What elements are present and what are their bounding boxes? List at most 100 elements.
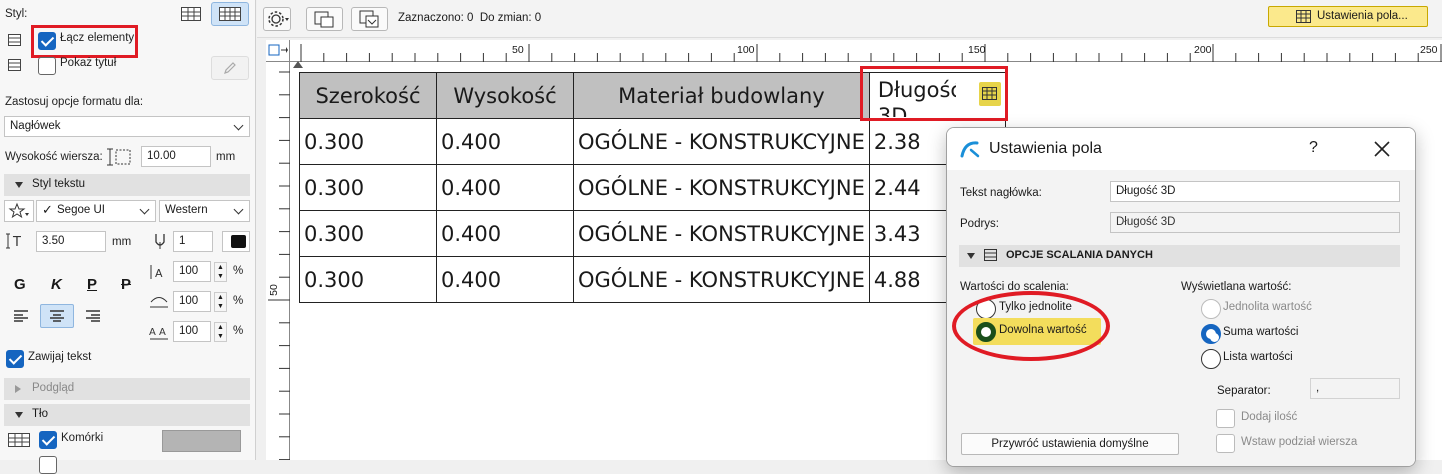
ruler-corner-icon[interactable] bbox=[266, 40, 290, 62]
cell-material[interactable]: OGÓLNE - KONSTRUKCYJNE bbox=[573, 210, 870, 257]
cell-width[interactable]: 0.300 bbox=[299, 256, 437, 303]
subheader-input[interactable]: Długość 3D bbox=[1110, 212, 1400, 233]
apply-format-select[interactable]: Nagłówek bbox=[4, 116, 250, 137]
show-title-checkbox[interactable] bbox=[38, 57, 56, 75]
underline-button[interactable]: P bbox=[87, 276, 97, 293]
merge-elements-checkbox[interactable] bbox=[38, 32, 56, 50]
separator-input[interactable]: , bbox=[1310, 378, 1400, 399]
origin-marker bbox=[293, 61, 303, 68]
field-settings-dialog: Ustawienia pola ? Tekst nagłówka: Długoś… bbox=[946, 127, 1416, 467]
list-values-label: Lista wartości bbox=[1223, 351, 1293, 363]
annotation-highlight-header bbox=[860, 66, 1008, 121]
preview-section[interactable]: Podgląd bbox=[4, 378, 250, 400]
align-left-icon[interactable] bbox=[8, 306, 34, 326]
char-width-input[interactable]: 100 bbox=[173, 291, 211, 312]
font-select[interactable]: ✓ Segoe UI bbox=[36, 200, 156, 222]
char-spacing-stepper[interactable]: ▲ ▼ bbox=[214, 322, 227, 342]
header-text-input[interactable]: Długość 3D bbox=[1110, 181, 1400, 202]
table-row[interactable]: 0.300 0.400 OGÓLNE - KONSTRUKCYJNE 4.88 bbox=[299, 256, 1006, 303]
strikethrough-button[interactable]: P bbox=[121, 276, 131, 293]
char-spacing-input[interactable]: 100 bbox=[173, 321, 211, 342]
close-icon[interactable] bbox=[1373, 140, 1391, 158]
row-height-input[interactable]: 10.00 bbox=[141, 146, 211, 167]
cells-icon bbox=[6, 431, 32, 449]
cell-width[interactable]: 0.300 bbox=[299, 118, 437, 165]
next-row-checkbox[interactable] bbox=[39, 456, 57, 474]
horizontal-ruler: 50 100 150 200 250 bbox=[290, 40, 1442, 62]
merge-elements-icon bbox=[6, 32, 22, 48]
table-row[interactable]: 0.300 0.400 OGÓLNE - KONSTRUKCYJNE 2.38 bbox=[299, 118, 1006, 165]
merge-options-section[interactable]: OPCJE SCALANIA DANYCH bbox=[959, 245, 1400, 267]
preview-section-label: Podgląd bbox=[32, 382, 75, 394]
row-height-icon bbox=[104, 147, 134, 167]
cell-material[interactable]: OGÓLNE - KONSTRUKCYJNE bbox=[573, 164, 870, 211]
merge-options-title: OPCJE SCALANIA DANYCH bbox=[1006, 249, 1153, 261]
table-style-1-icon[interactable] bbox=[176, 4, 206, 24]
rebuild-icon[interactable] bbox=[306, 7, 343, 31]
show-title-label: Pokaż tytuł bbox=[60, 57, 117, 69]
cells-checkbox[interactable] bbox=[39, 431, 57, 449]
align-center-icon[interactable] bbox=[40, 304, 74, 328]
restore-defaults-button[interactable]: Przywróć ustawienia domyślne bbox=[961, 433, 1179, 455]
line-spacing-input[interactable]: 100 bbox=[173, 261, 211, 282]
settings-gear-icon[interactable] bbox=[263, 7, 291, 31]
field-settings-icon bbox=[1296, 10, 1311, 23]
cells-color-swatch[interactable] bbox=[162, 430, 241, 452]
pen-icon bbox=[150, 231, 170, 251]
wrap-text-checkbox[interactable] bbox=[6, 350, 24, 368]
cell-height[interactable]: 0.400 bbox=[436, 118, 574, 165]
header-material[interactable]: Materiał budowlany bbox=[573, 72, 870, 119]
ruler-v-label-50: 50 bbox=[267, 284, 280, 296]
update-icon[interactable] bbox=[351, 7, 388, 31]
pen-input[interactable]: 1 bbox=[173, 231, 213, 252]
cell-height[interactable]: 0.400 bbox=[436, 256, 574, 303]
insert-row-break-label: Wstaw podział wiersza bbox=[1241, 436, 1358, 448]
row-height-unit: mm bbox=[216, 151, 236, 163]
cell-material[interactable]: OGÓLNE - KONSTRUKCYJNE bbox=[573, 118, 870, 165]
bold-button[interactable]: G bbox=[14, 276, 26, 293]
sum-values-label: Suma wartości bbox=[1223, 326, 1299, 338]
field-settings-button[interactable]: Ustawienia pola... bbox=[1268, 6, 1428, 27]
apply-format-label: Zastosuj opcje formatu dla: bbox=[5, 96, 144, 108]
cell-material[interactable]: OGÓLNE - KONSTRUKCYJNE bbox=[573, 256, 870, 303]
text-style-section[interactable]: Styl tekstu bbox=[4, 174, 250, 196]
uniform-value-radio[interactable] bbox=[1201, 299, 1221, 319]
italic-button[interactable]: K bbox=[51, 276, 62, 293]
line-spacing-icon: A bbox=[147, 262, 171, 282]
cell-height[interactable]: 0.400 bbox=[436, 210, 574, 257]
help-button[interactable]: ? bbox=[1309, 139, 1318, 157]
table-row[interactable]: 0.300 0.400 OGÓLNE - KONSTRUKCYJNE 2.44 bbox=[299, 164, 1006, 211]
cell-width[interactable]: 0.300 bbox=[299, 164, 437, 211]
header-height[interactable]: Wysokość bbox=[436, 72, 574, 119]
font-select-value: Segoe UI bbox=[57, 204, 105, 216]
sum-values-radio[interactable] bbox=[1201, 324, 1221, 344]
char-width-icon bbox=[147, 292, 171, 312]
favorite-star-icon[interactable] bbox=[4, 200, 34, 222]
char-width-stepper[interactable]: ▲ ▼ bbox=[214, 292, 227, 312]
line-spacing-stepper[interactable]: ▲ ▼ bbox=[214, 262, 227, 282]
ruler-h-label-250: 250 bbox=[1420, 44, 1438, 56]
insert-row-break-checkbox[interactable] bbox=[1216, 434, 1235, 453]
display-value-label: Wyświetlana wartość: bbox=[1181, 281, 1292, 293]
checkmark-icon: ✓ bbox=[42, 202, 53, 217]
table-row[interactable]: 0.300 0.400 OGÓLNE - KONSTRUKCYJNE 3.43 bbox=[299, 210, 1006, 257]
add-count-checkbox[interactable] bbox=[1216, 409, 1235, 428]
char-width-percent: % bbox=[233, 295, 244, 307]
svg-text:A: A bbox=[149, 327, 156, 338]
ruler-h-label-150: 150 bbox=[968, 44, 986, 56]
table-style-2-icon[interactable] bbox=[211, 2, 249, 26]
cell-width[interactable]: 0.300 bbox=[299, 210, 437, 257]
pencil-icon[interactable] bbox=[211, 56, 249, 80]
background-section[interactable]: Tło bbox=[4, 404, 250, 426]
show-title-icon bbox=[6, 57, 22, 73]
align-right-icon[interactable] bbox=[80, 306, 106, 326]
script-select[interactable]: Western bbox=[159, 200, 250, 222]
header-width[interactable]: Szerokość bbox=[299, 72, 437, 119]
cell-height[interactable]: 0.400 bbox=[436, 164, 574, 211]
font-size-input[interactable]: 3.50 bbox=[36, 231, 106, 252]
pen-color-swatch[interactable] bbox=[222, 231, 250, 252]
text-style-section-label: Styl tekstu bbox=[32, 178, 86, 190]
table-icon bbox=[984, 249, 997, 261]
list-values-radio[interactable] bbox=[1201, 349, 1221, 369]
app-logo-icon bbox=[960, 141, 980, 158]
